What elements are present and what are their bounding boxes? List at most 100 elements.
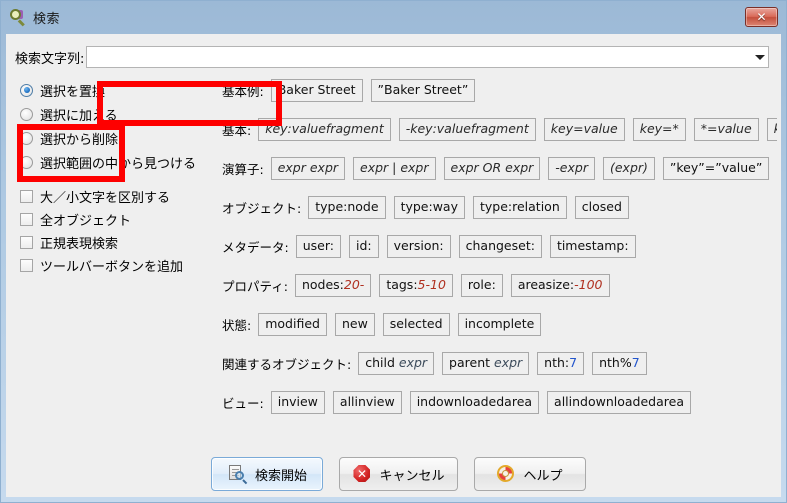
example-chip[interactable]: selected — [382, 313, 450, 336]
example-row-label: 状態: — [222, 318, 252, 333]
example-row-label: メタデータ: — [222, 240, 289, 255]
radio-indicator-icon[interactable] — [20, 107, 33, 121]
example-row: 演算子: expr expr expr | expr expr OR expr -exp… — [222, 152, 777, 185]
example-chip[interactable]: role: — [460, 274, 503, 297]
example-chip[interactable]: modified — [258, 313, 327, 336]
radio-option-1[interactable]: 選択に加える — [20, 102, 220, 126]
example-chip[interactable]: changeset: — [458, 235, 542, 258]
checkbox-option-1[interactable]: 全オブジェクト — [20, 208, 220, 231]
checkbox-indicator-icon[interactable] — [20, 213, 33, 226]
search-document-icon — [228, 464, 248, 485]
checkbox-option-label: 全オブジェクト — [40, 214, 132, 229]
example-chip[interactable]: *=value — [693, 118, 759, 141]
example-chip[interactable]: id: — [348, 235, 379, 258]
radio-indicator-icon[interactable] — [20, 155, 33, 169]
example-row: 関連するオブジェクト: child expr parent expr nth:7 nth… — [222, 347, 777, 380]
search-row: 検索文字列: — [6, 44, 781, 70]
example-chip[interactable]: -expr — [548, 157, 595, 180]
example-chip[interactable]: user: — [295, 235, 341, 258]
close-glyph: ✕ — [756, 10, 767, 24]
example-chip-list: child expr parent expr nth:7 nth%7 — [358, 352, 647, 375]
example-chip[interactable]: key=* — [632, 118, 686, 141]
checkbox-option-2[interactable]: 正規表現検索 — [20, 231, 220, 254]
example-chip-list: expr expr expr | expr expr OR expr -expr (ex… — [270, 157, 770, 180]
example-chip[interactable]: type:node — [308, 196, 386, 219]
example-chip[interactable]: tags:5-10 — [379, 274, 453, 297]
example-chip[interactable]: ”key”=”value” — [662, 157, 770, 180]
example-chip[interactable]: version: — [386, 235, 451, 258]
example-chip[interactable]: expr expr — [270, 157, 346, 180]
window-title: 検索 — [33, 12, 61, 27]
radio-option-2[interactable]: 選択から削除 — [20, 126, 220, 150]
example-row-label: ビュー: — [222, 396, 264, 411]
example-chip[interactable]: type:relation — [472, 196, 567, 219]
example-chip[interactable]: timestamp: — [549, 235, 636, 258]
example-chip[interactable]: incomplete — [457, 313, 542, 336]
search-dialog-window: 検索 ✕ 検索文字列: 選択を置換選択に加える 選択から削除選択範囲の中から見つけ… — [0, 0, 787, 503]
example-chip[interactable]: closed — [574, 196, 629, 219]
checkbox-indicator-icon[interactable] — [20, 259, 33, 272]
dialog-button-0[interactable]: 検索開始 — [211, 457, 324, 491]
dialog-client-area: 検索文字列: 選択を置換選択に加える 選択から削除選択範囲の中から見つける 大／小… — [6, 34, 781, 497]
radio-option-label: 選択を置換 — [40, 84, 106, 100]
example-chip[interactable]: inview — [270, 391, 325, 414]
example-row: ビュー: inview allinview indownloadedarea allin… — [222, 386, 777, 419]
dialog-button-2[interactable]: ヘルプ — [473, 457, 586, 491]
example-chip[interactable]: indownloadedarea — [409, 391, 540, 414]
search-combobox[interactable] — [86, 46, 769, 68]
radio-indicator-icon[interactable] — [20, 83, 33, 97]
search-input[interactable] — [87, 47, 751, 67]
examples-panel: 基本例: Baker Street ”Baker Street” 基本: key:val… — [222, 74, 777, 425]
radio-indicator-icon[interactable] — [20, 131, 33, 145]
lifebuoy-icon — [496, 464, 516, 484]
dialog-button-label: 検索開始 — [254, 468, 307, 484]
example-chip[interactable]: expr OR expr — [443, 157, 541, 180]
example-chip[interactable]: nth:7 — [537, 352, 585, 375]
example-chip[interactable]: type:way — [393, 196, 465, 219]
example-chip[interactable]: nth%7 — [592, 352, 647, 375]
example-chip-list: key:valuefragment -key:valuefragment key=v… — [258, 118, 777, 141]
example-chip-list: type:node type:way type:relation closed — [308, 196, 629, 219]
example-chip[interactable]: -key:valuefragment — [398, 118, 536, 141]
radio-option-3[interactable]: 選択範囲の中から見つける — [20, 150, 220, 174]
cancel-octagon-icon: ✕ — [352, 464, 372, 484]
radio-option-label: 選択に加える — [40, 108, 118, 124]
example-row: オブジェクト: type:node type:way type:relation clo… — [222, 191, 777, 224]
radio-option-label: 選択範囲の中から見つける — [40, 156, 197, 172]
dialog-button-1[interactable]: ✕ キャンセル — [339, 457, 458, 491]
radio-option-0[interactable]: 選択を置換 — [20, 78, 220, 102]
example-row-label: 演算子: — [222, 162, 264, 177]
checkbox-option-label: 大／小文字を区別する — [40, 191, 171, 206]
example-chip-list: user: id: version: changeset: timestamp: — [295, 235, 636, 258]
chevron-down-icon[interactable] — [751, 47, 768, 67]
example-chip-list: inview allinview indownloadedarea allindown… — [270, 391, 691, 414]
example-chip[interactable]: new — [334, 313, 375, 336]
example-chip[interactable]: parent expr — [442, 352, 530, 375]
example-chip[interactable]: key=value — [543, 118, 625, 141]
example-chip[interactable]: key= — [766, 118, 777, 141]
close-icon[interactable]: ✕ — [745, 7, 778, 27]
example-chip[interactable]: expr | expr — [353, 157, 436, 180]
checkbox-indicator-icon[interactable] — [20, 236, 33, 249]
example-chip[interactable]: allinview — [332, 391, 402, 414]
radio-option-label: 選択から削除 — [40, 132, 119, 148]
example-chip[interactable]: allindownloadedarea — [547, 391, 691, 414]
example-chip[interactable]: areasize:-100 — [510, 274, 610, 297]
example-row: 状態: modified new selected incomplete — [222, 308, 777, 341]
magnifier-icon — [9, 8, 27, 27]
checkbox-option-3[interactable]: ツールバーボタンを追加 — [20, 254, 220, 277]
example-chip[interactable]: child expr — [358, 352, 435, 375]
example-chip[interactable]: (expr) — [602, 157, 655, 180]
example-chip[interactable]: key:valuefragment — [258, 118, 391, 141]
example-chip-list: nodes:20- tags:5-10 role: areasize:-100 — [294, 274, 610, 297]
selection-mode-group: 選択を置換選択に加える 選択から削除選択範囲の中から見つける — [20, 78, 220, 174]
checkbox-indicator-icon[interactable] — [20, 190, 33, 203]
example-chip[interactable]: nodes:20- — [294, 274, 372, 297]
dialog-button-label: キャンセル — [379, 468, 445, 484]
example-chip[interactable]: Baker Street — [270, 79, 363, 102]
options-column: 選択を置換選択に加える 選択から削除選択範囲の中から見つける 大／小文字を区別する… — [20, 78, 220, 277]
checkbox-option-label: ツールバーボタンを追加 — [40, 260, 184, 275]
example-row-label: 基本例: — [222, 84, 264, 99]
checkbox-option-0[interactable]: 大／小文字を区別する — [20, 185, 220, 208]
example-chip[interactable]: ”Baker Street” — [370, 79, 476, 102]
